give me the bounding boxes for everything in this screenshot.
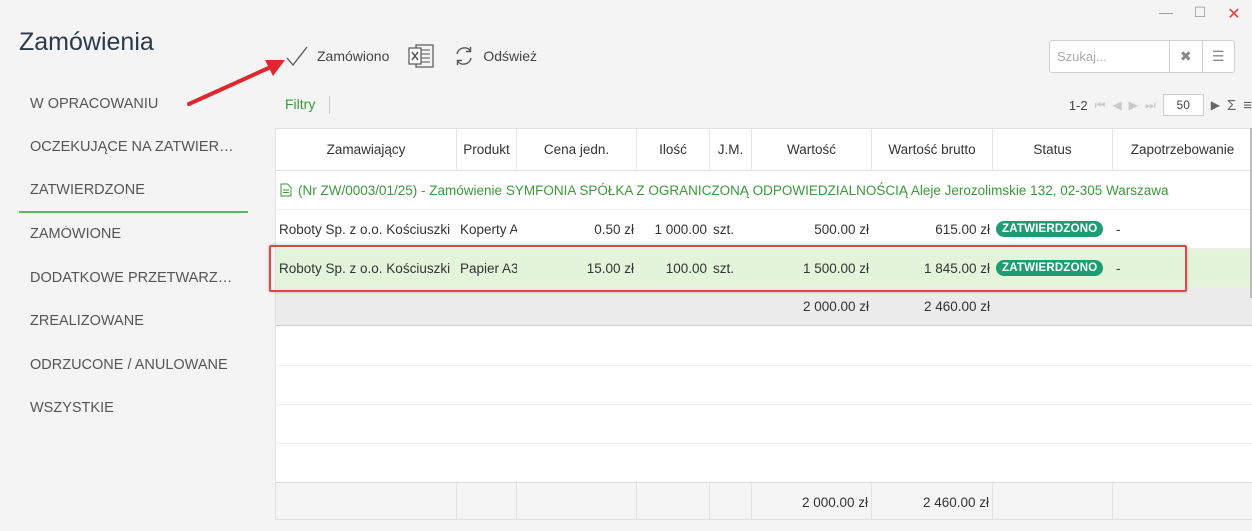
footer-sum-wartosc: 2 000.00 zł: [752, 483, 872, 519]
toolbar: Zamówiono Odśwież: [285, 40, 555, 72]
col-header-zamawiajacy[interactable]: Zamawiający: [276, 129, 457, 170]
sidebar-item-label: ZATWIERDZONE: [30, 181, 145, 198]
pager: 1-2 ⏮ ◀ ▶ ⏭ ▶ Σ ≡: [1069, 94, 1252, 116]
checkmark-icon: [286, 46, 308, 67]
page-size-input[interactable]: [1162, 94, 1204, 116]
empty-row: [276, 366, 1252, 405]
sidebar-item-wszystkie[interactable]: WSZYSTKIE: [19, 387, 248, 431]
empty-row: [276, 444, 1252, 483]
close-icon: ✖: [1179, 48, 1192, 64]
columns-menu-icon[interactable]: ≡: [1243, 97, 1252, 114]
sidebar-item-label: OCZEKUJĄCE NA ZATWIERDZENIE: [30, 139, 236, 156]
refresh-icon: [456, 47, 473, 65]
order-group-label: (Nr ZW/0003/01/25) - Zamówienie SYMFONIA…: [298, 182, 1169, 198]
footer-sum-brutto: 2 460.00 zł: [872, 483, 993, 519]
cell-ilosc: 100.00: [665, 260, 707, 276]
col-header-status[interactable]: Status: [993, 129, 1113, 170]
search-input[interactable]: [1050, 41, 1169, 72]
sidebar-item-dodatkowe[interactable]: DODATKOWE PRZETWARZANIE: [19, 256, 248, 300]
empty-row: [276, 405, 1252, 444]
grid-footer-totals: 2 000.00 zł 2 460.00 zł: [276, 482, 1252, 519]
grid-header: Zamawiający Produkt Cena jedn. Ilość J.M…: [276, 129, 1252, 171]
cell-zamawiajacy: Roboty Sp. z o.o. Kościuszki: [279, 221, 451, 237]
orders-grid: Zamawiający Produkt Cena jedn. Ilość J.M…: [275, 128, 1252, 520]
ordered-button[interactable]: Zamówiono: [285, 45, 389, 67]
cell-zapotrzebowanie: -: [1116, 221, 1121, 237]
sidebar-item-zamowione[interactable]: ZAMÓWIONE: [19, 213, 248, 257]
empty-row: [276, 327, 1252, 366]
col-header-ilosc[interactable]: Ilość: [637, 129, 710, 170]
sidebar: W OPRACOWANIU OCZEKUJĄCE NA ZATWIERDZENI…: [19, 82, 248, 430]
sidebar-item-odrzucone[interactable]: ODRZUCONE / ANULOWANE: [19, 343, 248, 387]
sidebar-item-oczekujace[interactable]: OCZEKUJĄCE NA ZATWIERDZENIE: [19, 126, 248, 170]
group-summary-row: 2 000.00 zł 2 460.00 zł: [276, 288, 1252, 326]
sidebar-item-w-opracowaniu[interactable]: W OPRACOWANIU: [19, 82, 248, 126]
prev-page-icon[interactable]: ◀: [1112, 98, 1121, 112]
document-icon: [280, 183, 292, 197]
table-row[interactable]: Roboty Sp. z o.o. Kościuszki Koperty A4 …: [276, 210, 1252, 249]
page-size-arrow-icon[interactable]: ▶: [1211, 98, 1220, 112]
sidebar-item-zrealizowane[interactable]: ZREALIZOWANE: [19, 300, 248, 344]
col-header-wartosc[interactable]: Wartość: [752, 129, 872, 170]
maximize-icon[interactable]: ☐: [1190, 4, 1210, 24]
col-header-zapotrzebowanie[interactable]: Zapotrzebowanie: [1113, 129, 1252, 170]
group-sum-brutto: 2 460.00 zł: [923, 299, 990, 314]
cell-status: ZATWIERDZONO: [993, 210, 1113, 248]
cell-jm: szt.: [713, 260, 735, 276]
filters-link[interactable]: Filtry: [285, 96, 315, 112]
clear-search-button[interactable]: ✖: [1169, 41, 1202, 72]
group-sum-wartosc: 2 000.00 zł: [802, 299, 869, 314]
excel-icon: [408, 44, 434, 68]
cell-cena: 0.50 zł: [594, 221, 634, 237]
pager-range: 1-2: [1068, 97, 1088, 113]
last-page-icon[interactable]: ⏭: [1145, 98, 1156, 113]
col-header-cena[interactable]: Cena jedn.: [517, 129, 637, 170]
col-header-jm[interactable]: J.M.: [710, 129, 752, 170]
sum-icon[interactable]: Σ: [1227, 97, 1236, 114]
cell-brutto: 1 845.00 zł: [923, 260, 990, 276]
cell-cena: 15.00 zł: [586, 260, 634, 276]
status-badge: ZATWIERDZONO: [996, 221, 1104, 237]
cell-wartosc: 500.00 zł: [814, 221, 869, 237]
divider: [329, 96, 330, 114]
hamburger-icon: ☰: [1211, 48, 1225, 64]
next-page-icon[interactable]: ▶: [1129, 98, 1138, 112]
cell-zamawiajacy: Roboty Sp. z o.o. Kościuszki: [279, 260, 451, 276]
search-menu-button[interactable]: ☰: [1201, 41, 1235, 72]
cell-status: ZATWIERDZONO: [993, 249, 1113, 287]
table-row-selected[interactable]: Roboty Sp. z o.o. Kościuszki Papier A3 1…: [276, 249, 1252, 288]
window-controls: — ☐ ✕: [1156, 4, 1244, 24]
sidebar-item-label: ZREALIZOWANE: [30, 313, 144, 330]
sidebar-item-label: ZAMÓWIONE: [30, 226, 122, 243]
page-title: Zamówienia: [19, 28, 154, 56]
cell-produkt: Koperty A4: [460, 221, 517, 237]
first-page-icon[interactable]: ⏮: [1095, 98, 1106, 113]
app-window: — ☐ ✕ Zamówienia W OPRACOWANIU OCZEKUJĄC…: [0, 0, 1252, 531]
sidebar-item-label: WSZYSTKIE: [30, 400, 114, 417]
close-icon[interactable]: ✕: [1224, 4, 1244, 24]
status-badge: ZATWIERDZONO: [996, 260, 1104, 276]
sidebar-item-zatwierdzone[interactable]: ZATWIERDZONE: [19, 169, 248, 213]
excel-export-button[interactable]: [407, 43, 435, 69]
sidebar-item-label: ODRZUCONE / ANULOWANE: [30, 356, 228, 373]
cell-brutto: 615.00 zł: [935, 221, 990, 237]
order-group-row[interactable]: (Nr ZW/0003/01/25) - Zamówienie SYMFONIA…: [276, 171, 1252, 210]
minimize-icon[interactable]: —: [1156, 4, 1176, 24]
sidebar-item-label: W OPRACOWANIU: [30, 95, 159, 112]
cell-wartosc: 1 500.00 zł: [802, 260, 869, 276]
cell-produkt: Papier A3: [460, 260, 517, 276]
col-header-brutto[interactable]: Wartość brutto: [872, 129, 993, 170]
refresh-button[interactable]: Odśwież: [453, 45, 537, 67]
search-box: ✖ ☰: [1049, 40, 1235, 73]
col-header-produkt[interactable]: Produkt: [457, 129, 517, 170]
cell-ilosc: 1 000.00: [654, 221, 707, 237]
cell-zapotrzebowanie: -: [1116, 260, 1121, 276]
cell-jm: szt.: [713, 221, 735, 237]
ordered-button-label: Zamówiono: [317, 48, 390, 64]
refresh-button-label: Odśwież: [483, 48, 538, 64]
sidebar-item-label: DODATKOWE PRZETWARZANIE: [30, 269, 236, 286]
